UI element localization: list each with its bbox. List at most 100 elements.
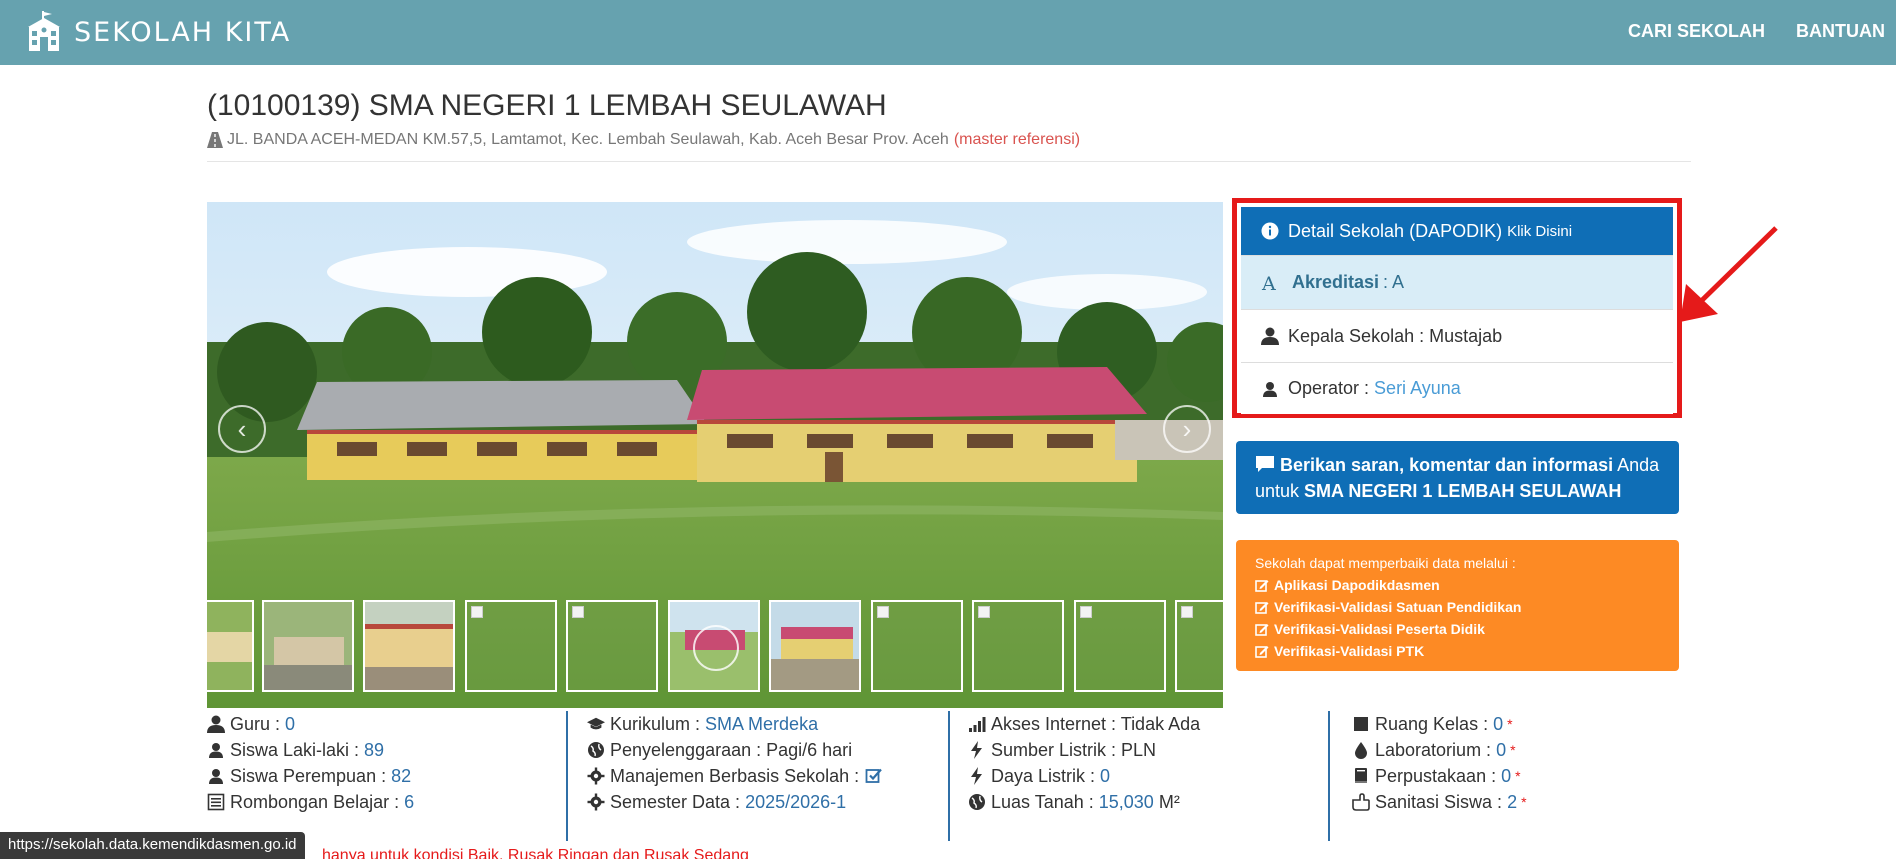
stats-column-2: Kurikulum : SMA Merdeka Penyelenggaraan :… (587, 711, 888, 815)
stat-value[interactable]: 89 (364, 740, 384, 761)
info-circle-icon (1261, 222, 1279, 240)
stat-siswa-perempuan: Siswa Perempuan :82 (207, 763, 414, 789)
thumbnail-0[interactable] (207, 600, 254, 692)
navbar: SEKOLAH KITA CARI SEKOLAH BANTUAN (0, 0, 1896, 65)
list-icon (207, 793, 225, 811)
thumbnail-7[interactable] (871, 600, 963, 692)
thumbnail-10[interactable] (1175, 600, 1223, 692)
thumbnail-8[interactable] (972, 600, 1064, 692)
carousel-prev-button[interactable]: ‹ (218, 405, 266, 453)
akreditasi-value: : A (1383, 272, 1405, 292)
stat-label: Rombongan Belajar : (230, 791, 400, 812)
fix-link-satuan-pendidikan[interactable]: Verifikasi-Validasi Satuan Pendidikan (1255, 596, 1660, 618)
stat-value[interactable]: 0 (1496, 740, 1506, 761)
feedback-text: Anda (1613, 455, 1660, 475)
fix-link-dapodikdasmen[interactable]: Aplikasi Dapodikdasmen (1255, 574, 1660, 596)
edit-icon (1255, 602, 1269, 614)
stat-label: Semester Data : (610, 791, 741, 812)
stat-label: Perpustakaan : (1375, 765, 1497, 786)
detail-sekolah-link[interactable]: Detail Sekolah (DAPODIK) Klik Disini (1241, 207, 1673, 256)
operator-link[interactable]: Seri Ayuna (1374, 378, 1461, 399)
user-icon (209, 769, 223, 784)
asterisk-mark: * (1510, 742, 1516, 758)
brand-name: SEKOLAH KITA (74, 16, 292, 48)
stats-column-3: Akses Internet : Tidak Ada Sumber Listri… (968, 711, 1200, 815)
gear-icon (587, 793, 605, 811)
bolt-icon (971, 741, 982, 759)
book-icon (1355, 768, 1367, 783)
stat-label: Siswa Laki-laki : (230, 739, 360, 760)
graduation-cap-icon (587, 717, 605, 730)
stat-value[interactable]: 2 (1507, 792, 1517, 813)
stat-value[interactable]: 0 (285, 714, 295, 735)
stat-label: Laboratorium : (1375, 739, 1492, 760)
detail-sekolah-label: Detail Sekolah (DAPODIK) (1288, 220, 1503, 241)
stat-label: Manajemen Berbasis Sekolah : (610, 765, 860, 786)
red-arrow-annotation (1680, 226, 1778, 322)
page-title: (10100139) SMA NEGERI 1 LEMBAH SEULAWAH (207, 89, 887, 122)
stat-value[interactable]: 2025/2026-1 (745, 792, 846, 813)
hand-pointer-icon (1352, 793, 1370, 811)
kepala-sekolah-text: Kepala Sekolah : Mustajab (1288, 325, 1503, 346)
stat-sumber-listrik: Sumber Listrik : PLN (968, 737, 1200, 763)
stat-value[interactable]: 82 (391, 766, 411, 787)
stat-value[interactable]: 0 (1501, 766, 1511, 787)
operator-label: Operator : (1288, 378, 1370, 398)
stat-value[interactable]: 0 (1493, 714, 1503, 735)
stat-luas-tanah: Luas Tanah :15,030 M² (968, 789, 1200, 815)
brand[interactable]: SEKOLAH KITA (26, 10, 291, 54)
akreditasi-label: Akreditasi (1292, 272, 1380, 292)
thumbnail-2[interactable] (363, 600, 455, 692)
asterisk-mark: * (1521, 794, 1527, 810)
bolt-icon (971, 767, 982, 785)
thumbnail-9[interactable] (1074, 600, 1166, 692)
stat-rombel: Rombongan Belajar :6 (207, 789, 414, 815)
column-divider (1328, 711, 1330, 841)
thumbnail-5[interactable] (668, 600, 760, 692)
check-square-icon (865, 768, 882, 783)
stat-label: Luas Tanah : (991, 791, 1094, 812)
stat-label: Akses Internet : Tidak Ada (991, 713, 1201, 734)
thumbnail-3[interactable] (465, 600, 557, 692)
user-icon (209, 743, 223, 758)
stat-sanitasi: Sanitasi Siswa :2 * (1352, 789, 1527, 815)
address-text: JL. BANDA ACEH-MEDAN KM.57,5, Lamtamot, … (227, 131, 949, 148)
stat-laboratorium: Laboratorium :0 * (1352, 737, 1527, 763)
fix-link-peserta-didik[interactable]: Verifikasi-Validasi Peserta Didik (1255, 618, 1660, 640)
carousel-next-button[interactable]: › (1163, 405, 1211, 453)
thumbnail-6[interactable] (769, 600, 861, 692)
stats-column-1: Guru :0 Siswa Laki-laki :89 Siswa Peremp… (207, 711, 414, 815)
font-a-icon: A (1261, 274, 1276, 292)
globe-icon (588, 742, 604, 758)
stat-label: Daya Listrik : (991, 765, 1096, 786)
feedback-button[interactable]: Berikan saran, komentar dan informasi An… (1236, 441, 1679, 514)
stat-value[interactable]: 6 (404, 792, 414, 813)
stat-value[interactable]: SMA Merdeka (705, 714, 818, 735)
master-referensi-link[interactable]: (master referensi) (954, 131, 1080, 149)
stat-value[interactable]: 0 (1100, 766, 1110, 787)
browser-status-url: https://sekolah.data.kemendikdasmen.go.i… (0, 832, 305, 859)
gear-icon (587, 767, 605, 785)
fix-link-ptk[interactable]: Verifikasi-Validasi PTK (1255, 640, 1660, 662)
road-icon (207, 132, 223, 148)
stat-label: Ruang Kelas : (1375, 713, 1489, 734)
stat-daya-listrik: Daya Listrik :0 (968, 763, 1200, 789)
stat-value[interactable]: 15,030 (1099, 792, 1154, 813)
stat-unit: M² (1158, 791, 1180, 812)
divider (207, 161, 1691, 162)
edit-icon (1255, 580, 1269, 592)
fix-link-label: Verifikasi-Validasi PTK (1274, 643, 1425, 659)
thumbnail-4[interactable] (566, 600, 658, 692)
feedback-bold-text: Berikan saran, komentar dan informasi (1280, 455, 1614, 475)
thumbnail-1[interactable] (262, 600, 354, 692)
kepala-sekolah-item: Kepala Sekolah : Mustajab (1241, 310, 1673, 363)
user-icon (1263, 381, 1277, 397)
stat-guru: Guru :0 (207, 711, 414, 737)
feedback-school-name: SMA NEGERI 1 LEMBAH SEULAWAH (1304, 481, 1622, 501)
nav-bantuan[interactable]: BANTUAN (1796, 21, 1885, 42)
square-icon (1354, 717, 1368, 731)
stat-label: Sumber Listrik : PLN (991, 739, 1157, 760)
user-icon (207, 715, 225, 733)
nav-cari-sekolah[interactable]: CARI SEKOLAH (1628, 21, 1765, 42)
asterisk-mark: * (1507, 716, 1513, 732)
